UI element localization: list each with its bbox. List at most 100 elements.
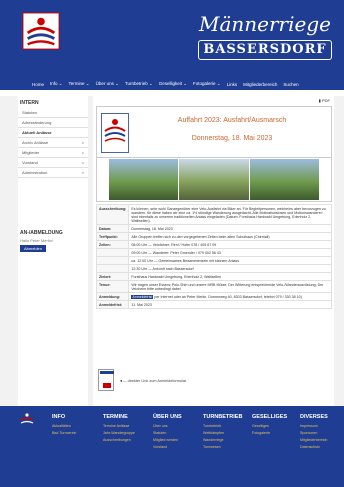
pdf-link[interactable]: ▮ PDF <box>319 98 330 103</box>
row-label: Treffpunkt: <box>95 232 130 241</box>
row-value: 12:30 Uhr — Ankunft nach Bassersdorf <box>128 264 332 273</box>
footer-link[interactable]: Sponsoren <box>300 431 340 435</box>
footer-col-diverses: DIVERSES Impressum Sponsoren Mitgliederb… <box>300 414 340 452</box>
footer-col-title: ÜBER UNS <box>153 414 182 420</box>
footer-link[interactable]: Geselliges <box>252 424 307 428</box>
footer-col-title: TURNBETRIEB <box>203 414 243 420</box>
event-cover: Auffahrt 2023: Ausfahrt/Ausmarsch Donner… <box>96 106 332 158</box>
row-value: 09:00 Uhr — Wanderer: Peter Gmender / 07… <box>128 248 332 257</box>
event-date-title: Donnerstag, 18. Mai 2023 <box>191 135 273 142</box>
sidebar-item-archiv-anlaesse[interactable]: Archiv Anlässe > <box>18 138 88 148</box>
photo-strip <box>96 158 332 202</box>
footer-col-title: GESELLIGES <box>252 414 288 420</box>
greeting-text: Hallo Peter Merlin! <box>20 238 53 243</box>
footer-link[interactable]: Datenschutz <box>300 445 340 449</box>
row-label <box>95 256 130 265</box>
footer-link[interactable]: Über uns <box>153 424 208 428</box>
form-stamp-icon <box>103 383 111 388</box>
footer-col-turnbetrieb: TURNBETRIEB Turnbetrieb Wettkämpfen Wand… <box>203 414 258 452</box>
chevron-right-icon: > <box>81 140 84 145</box>
table-row: Anmeldefrist: 11. Mai 2023 <box>95 300 332 309</box>
club-logo-icon <box>20 413 34 424</box>
sidebar-heading: INTERN <box>20 100 39 106</box>
row-label: Datum: <box>95 224 130 233</box>
sidebar: INTERN Statuten Adressänderung Aktuell A… <box>18 96 88 406</box>
pdf-icon: ▮ <box>318 98 321 103</box>
footer-col-geselliges: GESELLIGES Geselliges Fotogalerie <box>252 414 307 438</box>
row-value: Forsthaus Hardwald Umgebung, Erlenholz 2… <box>128 272 332 281</box>
footer-col-termine: TERMINE Termine Anlässe Jahr-Wandergrupp… <box>103 414 158 445</box>
nav-fotogalerie[interactable]: Fotogalerie ⌄ <box>193 81 221 87</box>
chevron-right-icon: > <box>81 170 84 175</box>
logout-button[interactable]: Abmelden <box>20 245 46 252</box>
footer-link[interactable]: Jahr-Wandergruppe <box>103 431 158 435</box>
table-row: Ausschreibung: Es können, sehr wohl Ganze… <box>95 204 332 225</box>
sidebar-item-label: Mitglieder <box>22 150 40 155</box>
footer-link[interactable]: Turnwesen <box>203 445 258 449</box>
table-row: 09:00 Uhr — Wanderer: Peter Gmender / 07… <box>95 248 332 257</box>
footer-link[interactable]: Wettkämpfen <box>203 431 258 435</box>
photo-group <box>179 159 249 200</box>
sidebar-item-adressaenderung[interactable]: Adressänderung <box>18 118 88 128</box>
form-header-bar <box>100 371 114 374</box>
chevron-right-icon: > <box>81 160 84 165</box>
footer-link[interactable]: Statuten <box>153 431 208 435</box>
footer-link[interactable]: Bad Turnverein <box>52 431 107 435</box>
nav-home[interactable]: Home <box>32 82 44 87</box>
nav-termine[interactable]: Termine ⌄ <box>69 81 90 87</box>
nav-turnbetrieb[interactable]: Turnbetrieb ⌄ <box>125 81 153 87</box>
sidebar-item-label: Vorstand <box>22 160 38 165</box>
row-value: Es können, sehr wohl Ganzegenüber eine V… <box>128 204 332 225</box>
table-row: Zeiten: 08:00 Uhr — Velofahrer: Reni / Ho… <box>95 240 332 249</box>
brand-name: Männerriege <box>199 12 331 36</box>
anmeldung-link[interactable]: Anmeldefrist <box>131 294 154 299</box>
nav-mitgliederbereich[interactable]: Mitgliederbereich <box>243 82 277 87</box>
table-row: Anmeldung: Anmeldefrist per Internet oder… <box>95 292 332 301</box>
event-details-table: Ausschreibung: Es können, sehr wohl Ganze… <box>95 204 332 309</box>
footer-link[interactable]: Vorstand <box>153 445 208 449</box>
footer-link[interactable]: Mitgliederbereich <box>300 438 340 442</box>
login-heading: AN-/ABMELDUNG <box>20 230 63 236</box>
club-logo-icon[interactable] <box>22 12 60 50</box>
brand-location: BASSERSDORF <box>198 40 332 60</box>
nav-geselligkeit[interactable]: Geselligkeit ⌄ <box>159 81 187 87</box>
sidebar-item-aktuell-anlaesse[interactable]: Aktuell Anlässe <box>18 128 88 138</box>
table-row: 12:30 Uhr — Ankunft nach Bassersdorf <box>95 264 332 273</box>
row-label: Ausschreibung: <box>95 204 130 225</box>
registration-form-thumbnail[interactable] <box>98 369 114 391</box>
event-title: Auffahrt 2023: Ausfahrt/Ausmarsch <box>177 117 287 124</box>
sidebar-item-label: Statuten <box>22 110 37 115</box>
sidebar-item-label: Aktuell Anlässe <box>22 130 52 135</box>
sidebar-item-mitglieder[interactable]: Mitglieder > <box>18 148 88 158</box>
nav-ueber-uns[interactable]: Über uns ⌄ <box>96 81 119 87</box>
registration-form-link[interactable]: ◄— direkter Link zum Anmeldeformular <box>119 379 186 383</box>
sidebar-item-vorstand[interactable]: Vorstand > <box>18 158 88 168</box>
footer-link[interactable]: Ausschreibungen <box>103 438 158 442</box>
footer-col-title: TERMINE <box>103 414 128 420</box>
nav-links[interactable]: Links <box>227 82 238 87</box>
sidebar-item-administration[interactable]: Administration > <box>18 168 88 178</box>
row-label <box>95 248 130 257</box>
main-nav: Home Info ⌄ Termine ⌄ Über uns ⌄ Turnbet… <box>0 78 344 90</box>
footer-link[interactable]: Termine Anlässe <box>103 424 158 428</box>
row-label: Zielort: <box>95 272 130 281</box>
footer-link[interactable]: Fotogalerie <box>252 431 307 435</box>
footer-link[interactable]: Wanderriege <box>203 438 258 442</box>
anmeldung-text: per Internet oder an Peter Merlin, Dorne… <box>153 294 302 299</box>
row-value: Anmeldefrist per Internet oder an Peter … <box>128 292 332 301</box>
footer-link[interactable]: Aktualitäten <box>52 424 107 428</box>
photo-cyclists <box>109 159 179 200</box>
footer-link[interactable]: Turnbetrieb <box>203 424 258 428</box>
row-value: Alle Gruppen treffen sich zu den vorgege… <box>128 232 332 241</box>
sidebar-item-statuten[interactable]: Statuten <box>18 108 88 118</box>
row-value: ca. 12:00 Uhr — Gemeinsames Beisammensei… <box>128 256 332 265</box>
nav-info[interactable]: Info ⌄ <box>50 81 63 87</box>
table-row: Treffpunkt: Alle Gruppen treffen sich zu … <box>95 232 332 241</box>
photo-hikers <box>249 159 319 200</box>
row-label: Tenue: <box>95 280 130 293</box>
nav-suchen[interactable]: Suchen <box>283 82 298 87</box>
chevron-right-icon: > <box>81 150 84 155</box>
footer-link[interactable]: Impressum <box>300 424 340 428</box>
table-row: Datum: Donnerstag, 18. Mai 2023 <box>95 224 332 233</box>
footer-link[interactable]: Mitglied werden <box>153 438 208 442</box>
